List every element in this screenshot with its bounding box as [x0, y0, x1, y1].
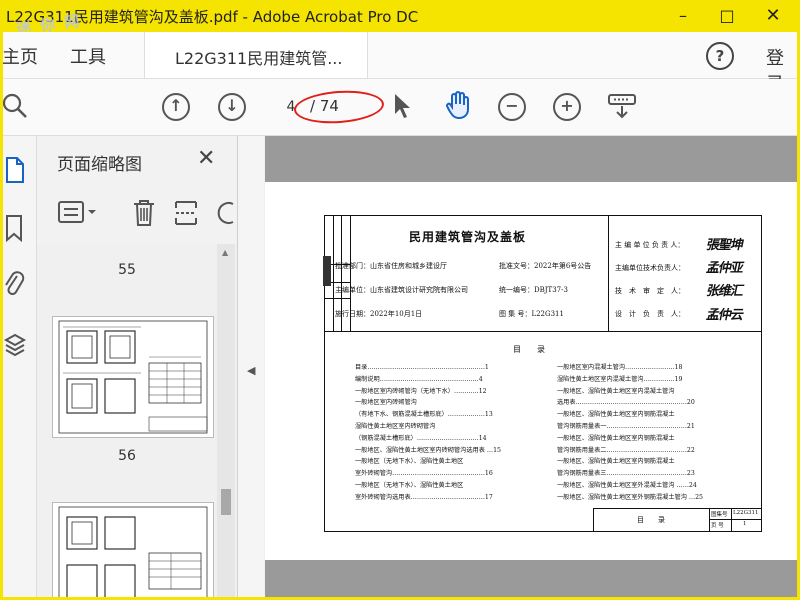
signature-2: 孟仲亚	[704, 261, 745, 276]
thumbnail-page-56[interactable]	[52, 316, 214, 438]
toc-entry: 一般地区、湿陷性黄土地区室内混凝土管沟	[557, 387, 675, 395]
toc-entry: （钢筋混凝土槽形底）…………………………14	[355, 434, 487, 442]
atlas-number: 图 集 号：L22G311	[499, 310, 564, 318]
page-thumbnails-icon[interactable]	[4, 156, 26, 184]
help-icon[interactable]: ?	[706, 42, 734, 70]
footer-page-value: 1	[743, 521, 747, 527]
collapse-panel-icon[interactable]: ◀	[247, 364, 255, 377]
binding-strip-text	[323, 256, 331, 286]
role-tech-reviewer: 技 术 审 定 人：	[615, 287, 685, 295]
toc-entry: 一般地区、湿陷性黄土地区室外混凝土管沟 ……24	[557, 482, 697, 489]
rotate-page-icon[interactable]	[213, 198, 237, 228]
implementation-date: 施行日期：2022年10月1日	[335, 310, 423, 318]
footer-page-key: 页 号	[711, 523, 724, 529]
attachment-icon[interactable]	[3, 270, 25, 300]
toc-entry: （有地下水、钢筋混凝土槽形底）………………13	[355, 411, 493, 419]
toc-entry: 选用表………………………………………………20	[557, 399, 695, 407]
footer-atlas-key: 图集号	[711, 512, 728, 518]
scroll-mode-icon[interactable]	[606, 92, 638, 120]
document-title: 民用建筑管沟及盖板	[409, 230, 527, 244]
toc-entry: 管沟钢筋用量表二…………………………………22	[557, 446, 695, 454]
home-menu[interactable]: 主页	[2, 43, 38, 69]
thumbnail-scrollbar[interactable]: ▲	[217, 244, 235, 600]
scroll-up-icon[interactable]: ▲	[222, 248, 228, 257]
toc-entry: 室外砖砌管沟………………………………………16	[355, 470, 493, 478]
thumbnail-options-icon[interactable]	[57, 198, 101, 226]
toc-entry: 一般地区、湿陷性黄土地区室内砖砌管沟选用表 …15	[355, 446, 501, 454]
close-panel-icon[interactable]: ✕	[197, 146, 215, 171]
approval-dept: 批准部门：山东省住房和城乡建设厅	[335, 262, 447, 270]
toc-entry: 湿陷性黄土地区室内砖砌管沟	[355, 423, 436, 430]
thumbnail-drawing	[58, 506, 208, 600]
insert-page-icon[interactable]	[173, 198, 199, 228]
zoom-out-icon[interactable]: −	[498, 93, 526, 121]
thumbnail-page-57[interactable]	[52, 502, 214, 600]
signature-1: 張聖坤	[704, 238, 745, 253]
page-gap-bottom	[265, 560, 800, 600]
navigation-rail	[0, 136, 37, 600]
maximize-button[interactable]: □	[704, 0, 750, 32]
footer-label: 目 录	[637, 516, 665, 524]
toc-entry: 一般地区室内混凝土管沟……………………18	[557, 364, 683, 371]
toc-entry: 一般地区、湿陷性黄土地区室外钢筋混凝土管沟 …25	[557, 493, 703, 501]
toc-entry: 一般地区室内砖砌管沟（无地下水）…………12	[355, 387, 487, 395]
tools-menu[interactable]: 工具	[70, 43, 106, 69]
approval-no: 批准文号：2022年第6号公告	[499, 262, 592, 270]
toc-entry: 一般地区、湿陷性黄土地区室内钢筋混凝土	[557, 434, 675, 442]
toc-entry: 管沟钢筋用量表一…………………………………21	[557, 423, 695, 430]
footer-atlas-value: L22G311	[733, 510, 759, 516]
title-bar: L22G311民用建筑管沟及盖板.pdf - Adobe Acrobat Pro…	[0, 0, 800, 38]
panel-title: 页面缩略图	[57, 155, 142, 175]
editor-unit: 主编单位：山东省建筑设计研究院有限公司	[335, 286, 468, 294]
page-gap-top	[265, 136, 800, 182]
thumbnail-list: 55 56 ▲	[37, 244, 237, 600]
toc-entry: 一般地区（无地下水）、湿陷性黄土地区	[355, 458, 464, 466]
zoom-in-icon[interactable]: +	[553, 93, 581, 121]
toc-entry: 编制说明…………………………………………4	[355, 375, 483, 383]
toc-entry: 一般地区、湿陷性黄土地区室内钢筋混凝土	[557, 458, 675, 466]
document-tab-label: L22G311民用建筑管...	[175, 49, 343, 68]
previous-page-icon[interactable]: ↑	[162, 93, 190, 121]
toc-entry: 目录…………………………………………………1	[355, 364, 489, 371]
scrollbar-thumb[interactable]	[221, 489, 231, 515]
select-cursor-icon[interactable]	[392, 92, 412, 120]
toc-entry: 一般地区、湿陷性黄土地区室内钢筋混凝土	[557, 411, 675, 419]
menu-bar: 主页 工具 登录	[0, 32, 800, 95]
signature-3: 张维汇	[704, 284, 745, 299]
search-icon[interactable]	[2, 92, 28, 120]
unified-no: 统一编号：DBJT37-3	[499, 286, 568, 294]
thumbnail-page-label: 55	[118, 262, 136, 278]
layers-icon[interactable]	[3, 332, 27, 360]
next-page-icon[interactable]: ↓	[218, 93, 246, 121]
thumbnail-page-label: 56	[118, 448, 136, 464]
document-tab[interactable]: L22G311民用建筑管...	[144, 32, 368, 78]
thumbnail-panel: 页面缩略图 ✕ 55 56 ▲	[37, 136, 238, 600]
signature-4: 孟仲云	[704, 308, 745, 323]
role-design-leader: 设 计 负 责 人：	[615, 310, 685, 318]
toc-entry: 管沟钢筋用量表三…………………………………23	[557, 470, 695, 478]
collapse-panel-strip: ◀	[238, 136, 264, 600]
role-tech-leader: 主编单位技术负责人：	[615, 264, 685, 272]
close-window-button[interactable]: ✕	[750, 0, 796, 32]
minimize-button[interactable]: –	[660, 0, 706, 32]
role-chief-unit-leader: 主 编 单 位 负 责 人：	[615, 241, 685, 249]
toc-entry: 湿陷性黄土地区室内混凝土管沟……………19	[557, 375, 683, 383]
toc-entry: 室外砖砌管沟选用表………………………………17	[355, 493, 493, 501]
bookmark-icon[interactable]	[4, 214, 24, 242]
toc-entry: 一般地区室内砖砌管沟	[355, 399, 417, 407]
drawing-sheet: 民用建筑管沟及盖板 批准部门：山东省住房和城乡建设厅 批准文号：2022年第6号…	[323, 215, 762, 532]
thumbnail-drawing	[58, 320, 208, 434]
toc-title: 目 录	[513, 345, 545, 354]
delete-page-icon[interactable]	[131, 198, 157, 228]
hand-tool-icon[interactable]	[443, 90, 473, 120]
toc-entry: 一般地区（无地下水）、湿陷性黄土地区	[355, 482, 464, 489]
